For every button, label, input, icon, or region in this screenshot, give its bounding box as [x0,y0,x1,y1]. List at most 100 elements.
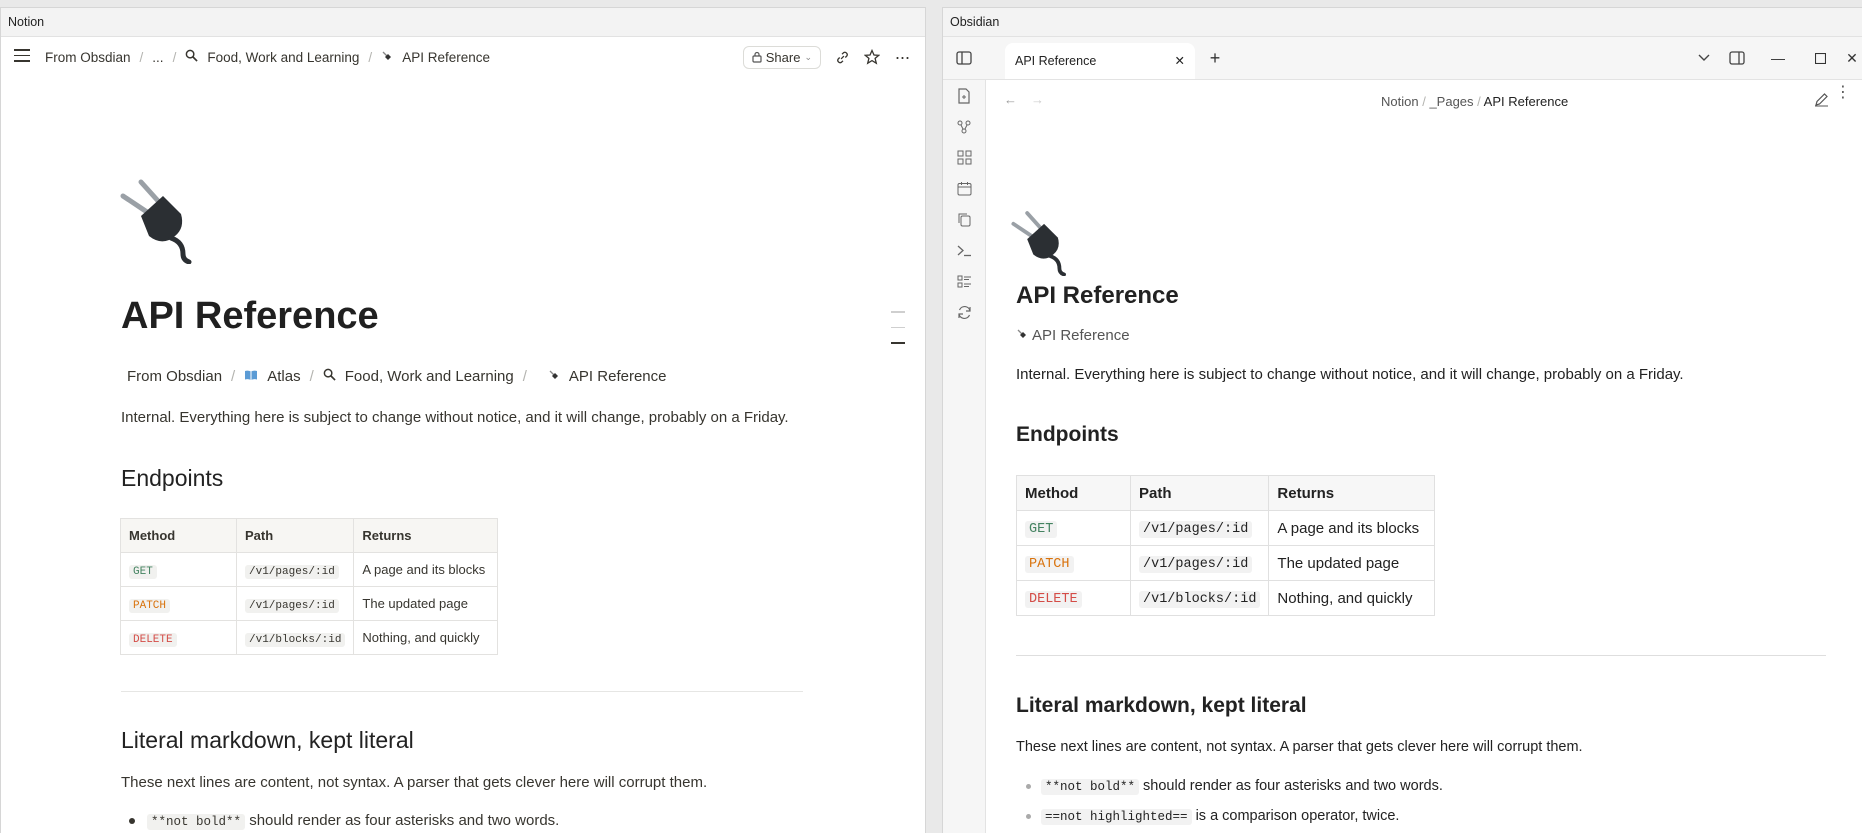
terminal-icon[interactable] [943,235,985,266]
forward-icon[interactable]: → [1031,92,1044,107]
sync-icon[interactable] [943,297,985,328]
method-code: PATCH [129,598,171,613]
search-icon [185,49,198,65]
literal-intro: These next lines are content, not syntax… [121,774,708,791]
method-code: PATCH [1025,556,1074,573]
intro-paragraph: Internal. Everything here is subject to … [121,409,789,426]
table-row: DELETE /v1/blocks/:id Nothing, and quick… [120,620,499,655]
endpoints-table: Method Path Returns GET /v1/pages/:id A … [1016,475,1436,616]
column-header: Returns [353,518,499,553]
page-title: API Reference [1016,282,1179,309]
close-icon[interactable]: ✕ [1175,43,1185,79]
plug-icon [1011,211,1066,276]
breadcrumb: Notion / _Pages / API Reference [1381,94,1569,109]
endpoints-heading: Endpoints [1016,423,1119,446]
returns-cell: Nothing, and quickly [353,620,499,655]
bullet [1026,813,1031,819]
graph-icon[interactable] [943,111,985,142]
more-icon[interactable]: ⋮ [1835,85,1851,101]
grid-icon[interactable] [943,142,985,173]
breadcrumb-item[interactable]: _Pages [1429,94,1473,109]
breadcrumb-item[interactable]: From Obsdian [45,50,131,65]
file-icon[interactable] [943,80,985,111]
method-code: GET [129,564,157,579]
page-breadcrumb: From Obsdian / Atlas / Food, Work and Le… [127,368,667,385]
endpoints-heading: Endpoints [121,465,224,491]
column-header: Method [1016,475,1131,511]
note-header: ← → Notion / _Pages / API Reference ⋮ [986,80,1862,122]
subtitle-text: API Reference [1032,327,1130,344]
window-title: Obsidian [943,8,1862,37]
table-header-row: Method Path Returns [120,518,499,553]
inline-code: **not bold** [147,814,246,830]
star-icon[interactable] [863,48,881,66]
list-item: ==not highlighted== is a comparison oper… [1026,808,1399,825]
literal-heading: Literal markdown, kept literal [1016,694,1307,717]
share-label: Share [765,49,801,65]
path-code: /v1/pages/:id [245,598,339,613]
path-code: /v1/pages/:id [1139,521,1253,538]
list-item: **not bold** should render as four aster… [1026,778,1443,795]
topbar-actions: Share ⌄ ··· [742,37,911,77]
list-icon[interactable] [943,266,985,297]
back-icon[interactable]: ← [1004,92,1017,107]
page-subtitle: API Reference [1016,327,1130,344]
notion-window: Notion From Obsdian / ... / Food, Work a… [0,7,926,833]
tab-label: API Reference [1015,54,1097,68]
returns-cell: A page and its blocks [353,552,499,587]
chevron-down-icon: ⌄ [804,51,812,62]
plug-icon [548,368,560,385]
maximize-icon[interactable] [1805,37,1835,79]
minimize-icon[interactable]: — [1763,37,1793,79]
table-of-contents-indicator[interactable] [891,311,905,358]
breadcrumb-item[interactable]: API Reference [569,368,667,385]
calendar-icon[interactable] [943,173,985,204]
window-title: Notion [1,8,925,37]
column-header: Method [120,518,237,553]
close-icon[interactable]: ✕ [1837,37,1862,79]
breadcrumb-item[interactable]: Food, Work and Learning [345,368,514,385]
plus-icon[interactable]: + [1200,37,1230,79]
method-code: DELETE [129,632,177,647]
table-header-row: Method Path Returns [1016,475,1436,511]
breadcrumb-item[interactable]: Notion [1381,94,1419,109]
edit-icon[interactable] [1814,92,1829,110]
list-item-text: should render as four asterisks and two … [1143,778,1443,794]
right-sidebar-toggle-icon[interactable] [1722,37,1752,79]
book-icon [244,368,258,385]
tab-api-reference[interactable]: API Reference ✕ [1005,43,1195,79]
returns-cell: A page and its blocks [1268,510,1436,546]
list-item: **not bold** should render as four aster… [129,812,559,830]
endpoints-table: Method Path Returns GET /v1/pages/:id A … [120,518,499,655]
sidebar-toggle-icon[interactable] [949,37,979,79]
breadcrumb-item[interactable]: API Reference [402,50,490,65]
chevron-down-icon[interactable] [1689,37,1719,79]
table-row: GET /v1/pages/:id A page and its blocks [120,552,499,587]
ribbon [943,80,986,833]
inline-code: **not bold** [1041,779,1140,795]
breadcrumb-item[interactable]: API Reference [1484,94,1569,109]
column-header: Path [235,518,355,553]
link-icon[interactable] [833,48,851,66]
share-button[interactable]: Share ⌄ [742,45,821,69]
divider [1016,655,1826,656]
inline-code: ==not highlighted== [1041,809,1192,825]
more-icon[interactable]: ··· [893,47,911,67]
breadcrumb-item[interactable]: ... [152,50,163,65]
path-code: /v1/blocks/:id [1139,591,1261,608]
breadcrumb: From Obsdian / ... / Food, Work and Lear… [45,49,490,65]
bullet [129,817,135,824]
menu-icon[interactable] [14,49,30,63]
search-icon [323,368,336,385]
path-code: /v1/pages/:id [245,564,339,579]
bullet [1026,783,1031,789]
breadcrumb-item[interactable]: From Obsdian [127,368,222,385]
table-row: PATCH /v1/pages/:id The updated page [120,586,499,621]
path-code: /v1/pages/:id [1139,556,1253,573]
breadcrumb-item[interactable]: Atlas [267,368,300,385]
copy-icon[interactable] [943,204,985,235]
literal-heading: Literal markdown, kept literal [121,727,414,753]
tab-bar: API Reference ✕ + — ✕ [943,37,1862,80]
returns-cell: The updated page [1268,545,1436,581]
breadcrumb-item[interactable]: Food, Work and Learning [207,50,359,65]
